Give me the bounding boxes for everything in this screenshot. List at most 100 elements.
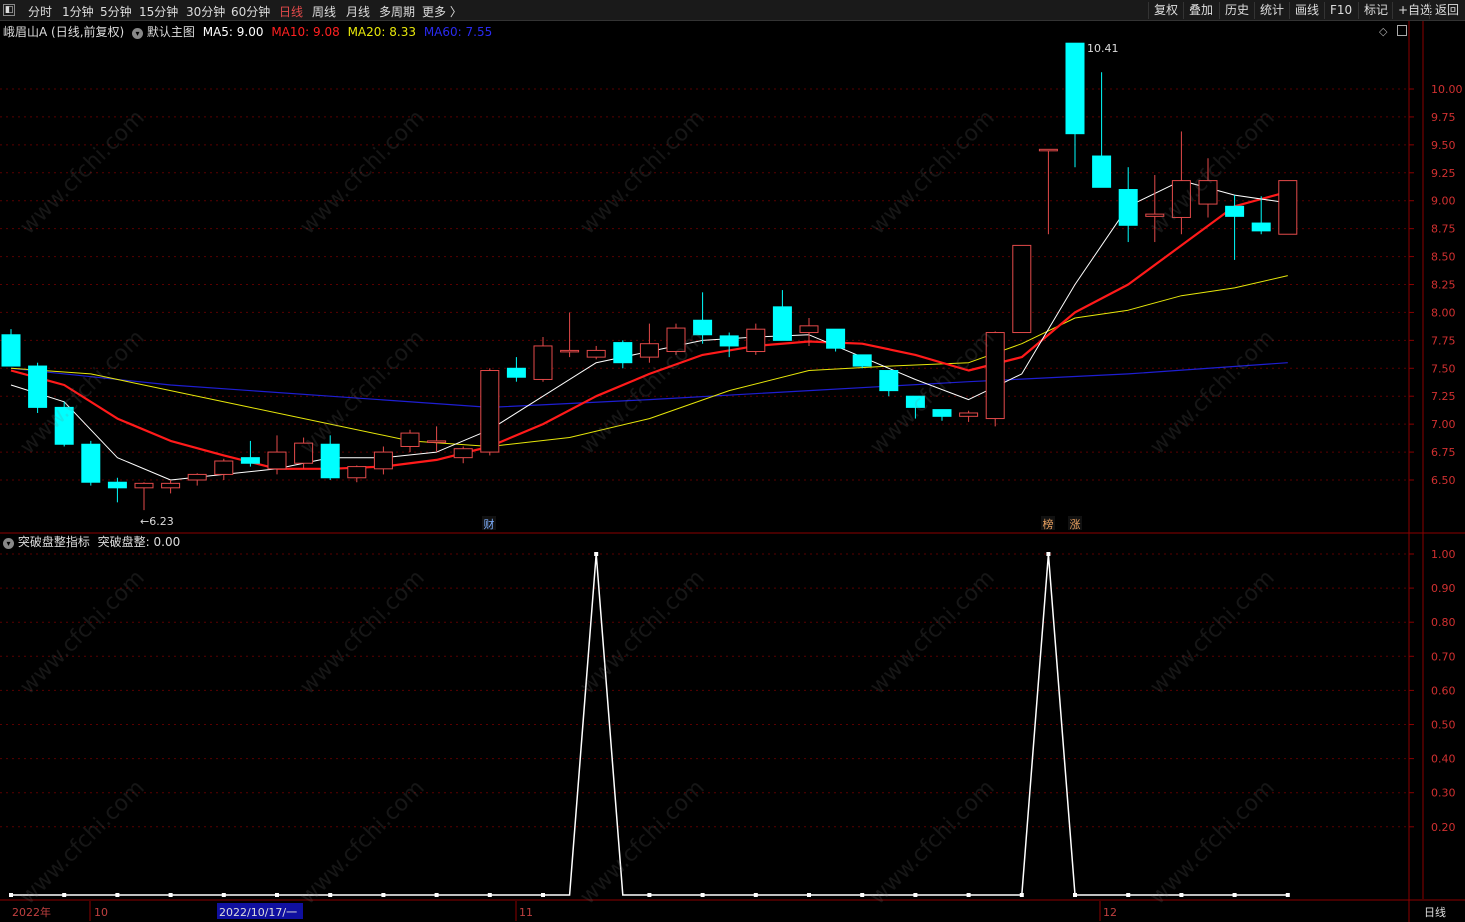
indicator-tick-label: 1.00 xyxy=(1431,548,1456,561)
candle-body xyxy=(427,440,447,443)
indicator-point xyxy=(1232,893,1237,897)
period-tab-7[interactable]: 周线 xyxy=(312,3,336,20)
indicator-name[interactable]: 突破盘整指标 xyxy=(18,535,90,549)
indicator-collapse-icon[interactable]: ▾ xyxy=(3,538,14,549)
ma60-legend: MA60: 7.55 xyxy=(423,25,493,39)
toolbar-button-0[interactable]: 复权 xyxy=(1148,2,1183,19)
toolbar-button-8[interactable]: 返回 xyxy=(1429,2,1464,19)
period-tab-9[interactable]: 多周期 xyxy=(379,3,415,20)
candle-body xyxy=(81,443,101,483)
candle-body xyxy=(985,332,1005,420)
time-label-nov: 11 xyxy=(519,906,533,919)
indicator-point xyxy=(594,552,599,556)
period-tab-8[interactable]: 月线 xyxy=(346,3,370,20)
indicator-point xyxy=(487,893,492,897)
period-tab-2[interactable]: 5分钟 xyxy=(100,3,132,20)
candle-body xyxy=(1092,155,1112,188)
toolbar-button-3[interactable]: 统计 xyxy=(1254,2,1289,19)
price-tick-label: 9.75 xyxy=(1431,111,1456,124)
marker-cai[interactable]: 财 xyxy=(484,517,495,531)
toolbar-button-4[interactable]: 画线 xyxy=(1289,2,1324,19)
time-label-oct: 10 xyxy=(94,906,108,919)
indicator-point xyxy=(966,893,971,897)
candle-body xyxy=(1198,180,1218,205)
toolbar-button-6[interactable]: 标记 xyxy=(1358,2,1393,19)
toolbar-button-5[interactable]: F10 xyxy=(1324,2,1357,19)
candle-body xyxy=(1278,180,1298,235)
candle-body xyxy=(214,460,234,475)
toolbar-button-2[interactable]: 历史 xyxy=(1219,2,1254,19)
high-price-label: 10.41 xyxy=(1087,42,1119,55)
indicator-tick-label: 0.20 xyxy=(1431,821,1456,834)
price-tick-label: 8.00 xyxy=(1431,306,1456,319)
window-icon[interactable] xyxy=(1397,25,1407,36)
period-tab-3[interactable]: 15分钟 xyxy=(139,3,178,20)
period-tab-5[interactable]: 60分钟 xyxy=(231,3,270,20)
candle-body xyxy=(719,335,739,347)
ma20-legend: MA20: 8.33 xyxy=(347,25,416,39)
candle-body xyxy=(294,442,314,464)
price-tick-label: 9.25 xyxy=(1431,167,1456,180)
indicator-point xyxy=(807,893,811,897)
indicator-point xyxy=(381,893,386,897)
candle-body xyxy=(320,443,340,479)
period-toolbar: ◧ 分时 1分钟 5分钟 15分钟 30分钟 60分钟 日线 周线 月线 多周期 更多 〉 复权 叠加… xyxy=(0,0,1465,21)
stock-chart[interactable]: 10.00 9.75 9.50 9.25 9.00 8.75 8.50 8.25 8.00 7.7… xyxy=(0,21,1465,922)
candle-body xyxy=(1171,180,1191,218)
candle-body xyxy=(932,409,952,417)
candle-body xyxy=(613,342,633,364)
candle-body xyxy=(107,481,127,489)
indicator-point xyxy=(328,893,333,897)
candle-body xyxy=(586,349,606,358)
price-tick-label: 10.00 xyxy=(1431,83,1463,96)
indicator-tick-label: 0.80 xyxy=(1431,616,1456,629)
indicator-point xyxy=(647,893,652,897)
period-tab-0[interactable]: 分时 xyxy=(28,3,52,20)
toolbar-button-1[interactable]: 叠加 xyxy=(1183,2,1218,19)
period-tab-1[interactable]: 1分钟 xyxy=(62,3,94,20)
candle-body xyxy=(506,367,526,378)
candle-body xyxy=(134,482,154,489)
marker-bang[interactable]: 榜 xyxy=(1043,517,1054,531)
indicator-point xyxy=(700,893,705,897)
indicator-tick-label: 0.40 xyxy=(1431,753,1456,766)
price-tick-label: 8.25 xyxy=(1431,279,1456,292)
indicator-point xyxy=(1285,893,1290,897)
indicator-point xyxy=(541,893,545,897)
time-label-year: 2022年 xyxy=(12,905,51,919)
time-label-selected: 2022/10/17/一 xyxy=(219,906,297,919)
indicator-tick-label: 0.60 xyxy=(1431,684,1456,697)
price-tick-label: 7.25 xyxy=(1431,390,1456,403)
indicator-tick-label: 0.50 xyxy=(1431,719,1456,732)
price-tick-label: 7.75 xyxy=(1431,334,1456,347)
indicator-point xyxy=(62,893,67,897)
candle-body xyxy=(879,370,899,392)
template-name[interactable]: 默认主图 xyxy=(147,25,195,39)
candle-body xyxy=(480,370,500,453)
indicator-point xyxy=(913,893,918,897)
indicator-value: 突破盘整: 0.00 xyxy=(97,535,181,549)
period-tab-4[interactable]: 30分钟 xyxy=(186,3,225,20)
price-tick-label: 9.00 xyxy=(1431,195,1456,208)
candle-body xyxy=(826,328,846,349)
indicator-point xyxy=(1046,552,1051,556)
diamond-icon[interactable]: ◇ xyxy=(1379,25,1387,38)
indicator-point xyxy=(115,893,120,897)
marker-zhang[interactable]: 涨 xyxy=(1070,518,1081,531)
period-tab-6[interactable]: 日线 xyxy=(279,3,303,20)
candle-body xyxy=(1251,222,1271,232)
candle-body xyxy=(1118,189,1138,226)
collapse-icon[interactable]: ▾ xyxy=(132,28,144,39)
candle-body xyxy=(1065,42,1085,135)
toolbar-menu-icon[interactable]: ◧ xyxy=(3,4,15,16)
candle-body xyxy=(240,457,260,464)
indicator-point xyxy=(1073,893,1077,897)
candle-body xyxy=(187,473,207,481)
indicator-point xyxy=(168,893,173,897)
period-tab-10[interactable]: 更多 〉 xyxy=(422,3,462,20)
indicator-point xyxy=(1019,893,1024,897)
main-legend: 峨眉山A (日线,前复权) ▾ 默认主图 MA5: 9.00 MA10: 9.0… xyxy=(3,23,492,40)
indicator-point xyxy=(753,893,758,897)
candle-body xyxy=(373,451,393,470)
candle-body xyxy=(400,432,420,447)
